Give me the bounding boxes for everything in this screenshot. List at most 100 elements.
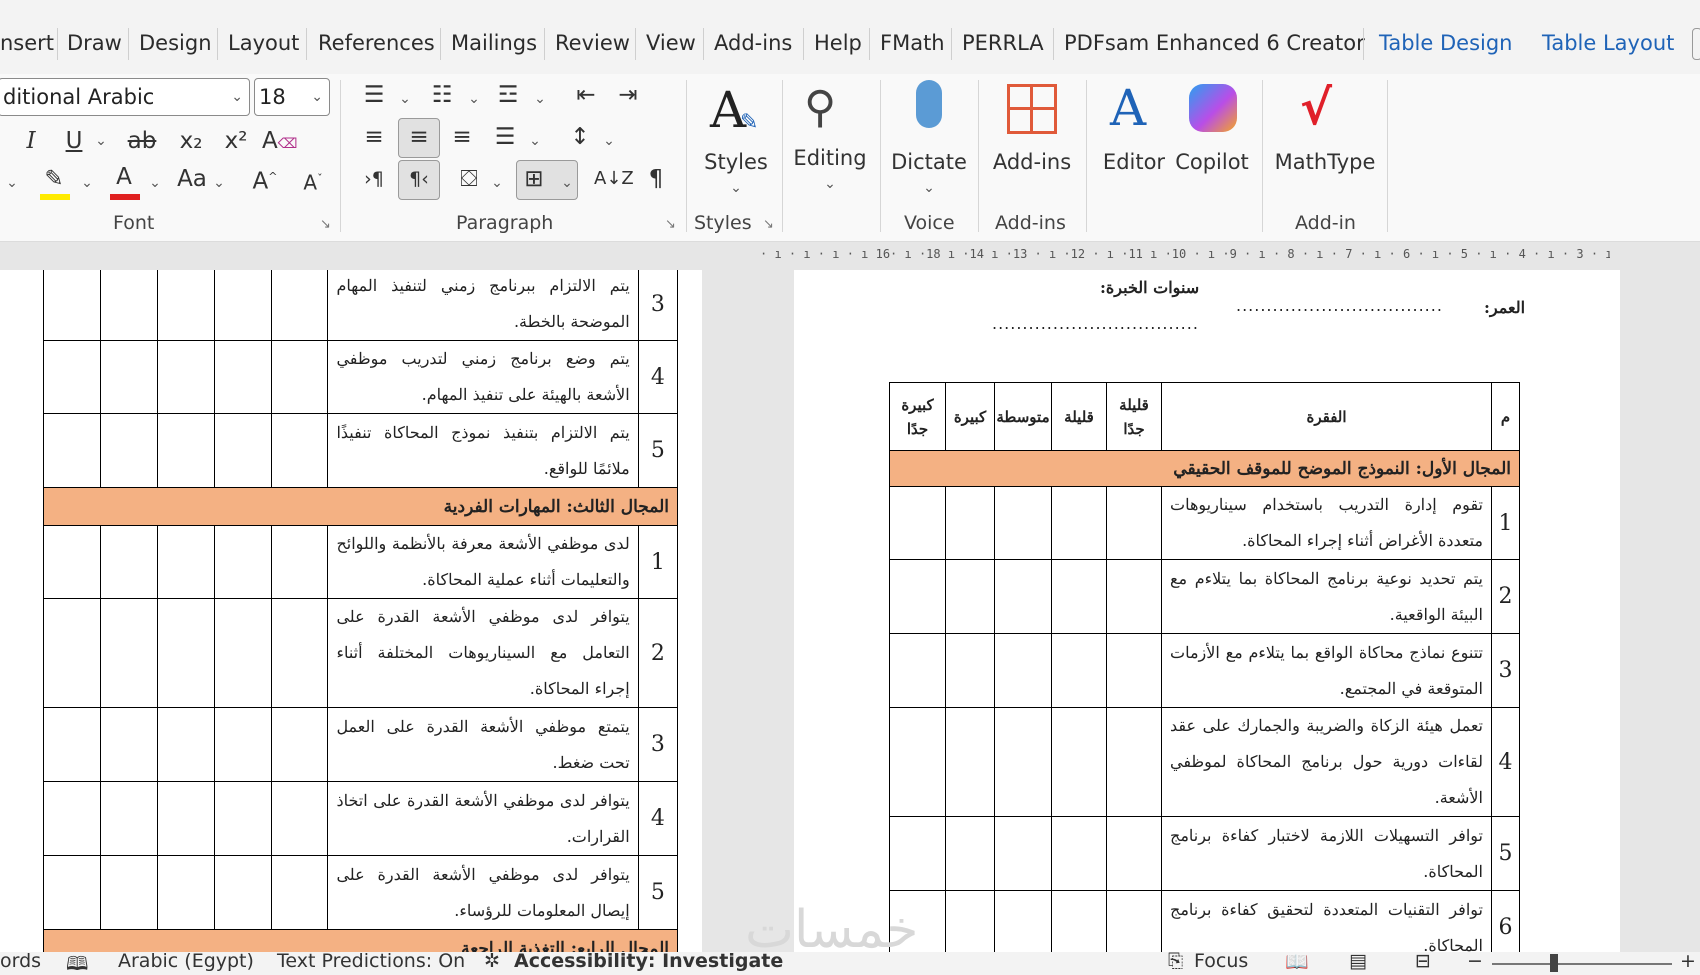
rating-cell[interactable] xyxy=(945,890,995,952)
rating-cell[interactable] xyxy=(270,707,329,782)
rating-cell[interactable] xyxy=(99,598,158,708)
tab-table-design[interactable]: Table Design xyxy=(1379,28,1513,58)
rating-cell[interactable] xyxy=(156,340,215,414)
rating-cell[interactable] xyxy=(994,890,1052,952)
rating-cell[interactable] xyxy=(889,486,946,560)
grow-font-icon[interactable]: A^ xyxy=(250,162,280,195)
rating-cell[interactable] xyxy=(43,525,101,599)
rating-cell[interactable] xyxy=(1051,486,1107,560)
increase-indent-icon[interactable]: ⇥ xyxy=(614,80,642,110)
rating-cell[interactable] xyxy=(43,270,101,341)
language-indicator[interactable]: Arabic (Egypt) xyxy=(118,950,254,972)
item-text[interactable]: يتم وضع برنامج زمني لتدريب موظفي الأشعة … xyxy=(327,340,639,414)
justify-icon[interactable]: ☰ xyxy=(491,122,519,152)
text-predictions-status[interactable]: Text Predictions: On xyxy=(277,950,465,972)
rating-cell[interactable] xyxy=(945,633,995,708)
chevron-down-icon[interactable]: ⌄ xyxy=(212,168,226,198)
rating-cell[interactable] xyxy=(1051,559,1107,634)
rating-cell[interactable] xyxy=(1106,707,1162,817)
item-text[interactable]: يتوافر لدى موظفي الأشعة القدرة على اتخاذ… xyxy=(327,781,639,856)
rating-cell[interactable] xyxy=(1106,486,1162,560)
tab-view[interactable]: View xyxy=(646,28,696,58)
tab-layout[interactable]: Layout xyxy=(228,28,299,58)
domain-heading[interactable]: المجال الرابع: التغذية الراجعة xyxy=(43,929,678,952)
item-text[interactable]: يتوافر لدى موظفي الأشعة القدرة على التعا… xyxy=(327,598,639,708)
rating-cell[interactable] xyxy=(945,486,995,560)
rating-cell[interactable] xyxy=(213,413,272,488)
rating-cell[interactable] xyxy=(213,707,272,782)
zoom-out-icon[interactable]: − xyxy=(1467,950,1483,972)
rating-cell[interactable] xyxy=(1051,890,1107,952)
chevron-down-icon[interactable]: ⌄ xyxy=(148,168,162,198)
numbering-icon[interactable]: ☷ xyxy=(428,80,456,110)
rating-cell[interactable] xyxy=(1106,559,1162,634)
focus-button[interactable]: Focus xyxy=(1194,950,1248,972)
rating-cell[interactable] xyxy=(99,340,158,414)
dialog-launcher-icon[interactable]: ↘ xyxy=(320,217,331,232)
rating-cell[interactable] xyxy=(156,525,215,599)
tab-draw[interactable]: Draw xyxy=(67,28,122,58)
font-name-select[interactable]: ditional Arabic ⌄ xyxy=(0,78,250,116)
zoom-in-icon[interactable]: + xyxy=(1680,950,1696,972)
styles-button[interactable]: A ✎ Styles ⌄ xyxy=(696,80,776,210)
tab-add-ins[interactable]: Add-ins xyxy=(714,28,792,58)
align-left-icon[interactable]: ≡ xyxy=(360,122,388,152)
rating-cell[interactable] xyxy=(43,855,101,930)
item-text[interactable]: يتم الالتزام ببرنامج زمني لتنفيذ المهام … xyxy=(327,270,639,341)
web-layout-icon[interactable]: ⊟ xyxy=(1415,950,1431,972)
rating-cell[interactable] xyxy=(99,270,158,341)
rating-cell[interactable] xyxy=(156,855,215,930)
subscript-icon[interactable]: x₂ xyxy=(176,126,206,156)
rating-cell[interactable] xyxy=(994,707,1052,817)
item-text[interactable]: توافر التقنيات المتعددة لتحقيق كفاءة برن… xyxy=(1161,890,1492,952)
add-ins-button[interactable]: Add-ins xyxy=(986,80,1078,210)
rating-cell[interactable] xyxy=(99,855,158,930)
rating-cell[interactable] xyxy=(156,598,215,708)
chevron-down-icon[interactable]: ⌄ xyxy=(94,126,108,156)
chevron-down-icon[interactable]: ⌄ xyxy=(5,168,19,198)
rating-cell[interactable] xyxy=(1106,633,1162,708)
domain-heading[interactable]: المجال الثالث: المهارات الفردية xyxy=(43,487,678,526)
item-text[interactable]: لدى موظفي الأشعة معرفة بالأنظمة واللوائح… xyxy=(327,525,639,599)
rating-cell[interactable] xyxy=(1106,816,1162,891)
rating-cell[interactable] xyxy=(99,707,158,782)
zoom-slider-thumb[interactable] xyxy=(1550,954,1558,972)
dictate-button[interactable]: Dictate ⌄ xyxy=(886,80,972,210)
rating-cell[interactable] xyxy=(270,270,329,341)
rating-cell[interactable] xyxy=(994,559,1052,634)
tab-design[interactable]: Design xyxy=(139,28,212,58)
word-count[interactable]: ords xyxy=(0,950,41,972)
rating-cell[interactable] xyxy=(270,598,329,708)
experience-dots[interactable]: .................................. xyxy=(992,314,1199,333)
highlight-icon[interactable]: ✎ xyxy=(38,164,70,194)
tab-pdfsam[interactable]: PDFsam Enhanced 6 Creator xyxy=(1064,28,1365,58)
ltr-paragraph-icon[interactable]: ›¶ xyxy=(360,164,388,194)
strikethrough-icon[interactable]: ab xyxy=(125,126,159,156)
rating-cell[interactable] xyxy=(156,413,215,488)
copilot-button[interactable]: Copilot xyxy=(1172,80,1252,210)
rating-cell[interactable] xyxy=(99,781,158,856)
zoom-slider[interactable] xyxy=(1492,963,1672,965)
accessibility-status[interactable]: Accessibility: Investigate xyxy=(514,950,783,972)
font-color-icon[interactable]: A xyxy=(109,162,139,192)
rating-cell[interactable] xyxy=(270,413,329,488)
tab-mailings[interactable]: Mailings xyxy=(451,28,537,58)
rating-cell[interactable] xyxy=(43,340,101,414)
rating-cell[interactable] xyxy=(99,413,158,488)
font-size-select[interactable]: 18 ⌄ xyxy=(254,78,330,116)
item-text[interactable]: تعمل هيئة الزكاة والضريبة والجمارك على ع… xyxy=(1161,707,1492,817)
clear-formatting-icon[interactable]: A⌫ xyxy=(262,126,298,156)
shrink-font-icon[interactable]: Aˇ xyxy=(298,164,328,195)
editor-button[interactable]: A Editor xyxy=(1096,80,1172,210)
chevron-down-icon[interactable]: ⌄ xyxy=(80,168,94,198)
rating-cell[interactable] xyxy=(270,525,329,599)
rating-cell[interactable] xyxy=(1051,816,1107,891)
change-case-icon[interactable]: Aa xyxy=(176,164,208,194)
chevron-down-icon[interactable]: ⌄ xyxy=(490,168,504,198)
rating-cell[interactable] xyxy=(213,598,272,708)
rating-cell[interactable] xyxy=(994,486,1052,560)
rating-cell[interactable] xyxy=(213,781,272,856)
item-text[interactable]: توافر التسهيلات اللازمة لاختبار كفاءة بر… xyxy=(1161,816,1492,891)
line-spacing-icon[interactable]: ↕ xyxy=(566,122,594,152)
chevron-down-icon[interactable]: ⌄ xyxy=(398,84,412,114)
